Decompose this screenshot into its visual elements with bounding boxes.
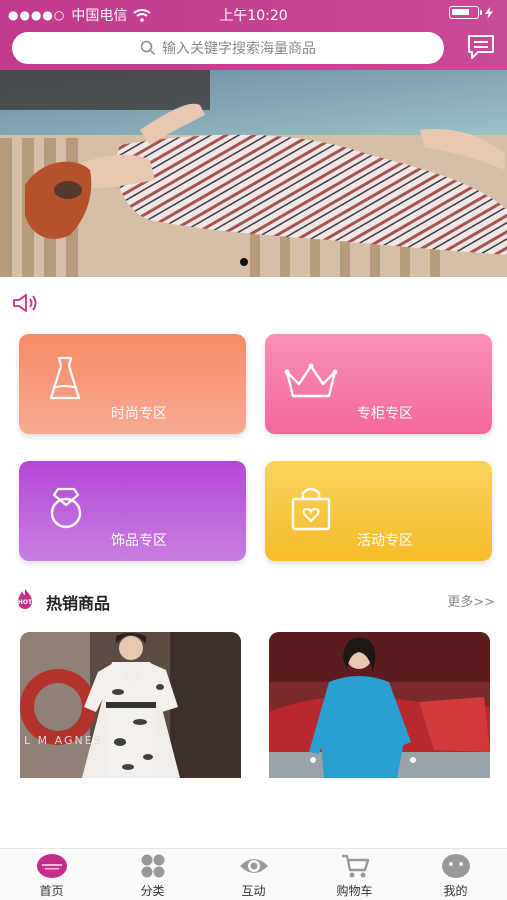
tab-label: 购物车 <box>336 884 373 898</box>
tab-cart[interactable]: 购物车 <box>304 849 405 900</box>
tab-interact[interactable]: 互动 <box>203 849 304 900</box>
search-icon <box>140 40 156 56</box>
announcement-speaker-icon <box>13 294 37 312</box>
product-card[interactable] <box>269 632 490 778</box>
hot-flame-icon: HOT <box>18 589 33 609</box>
carousel-indicator[interactable] <box>240 258 248 266</box>
status-right <box>449 6 493 19</box>
home-avatar-icon <box>37 854 67 878</box>
tab-category[interactable]: 分类 <box>102 849 203 900</box>
tab-label: 我的 <box>443 884 468 898</box>
tab-profile[interactable]: 我的 <box>405 849 506 900</box>
product-image-text: L M AGNES <box>24 734 103 747</box>
cart-icon <box>342 854 370 878</box>
tab-home[interactable]: 首页 <box>1 849 102 900</box>
zone-label: 饰品专区 <box>111 533 167 549</box>
profile-face-icon <box>442 854 470 878</box>
battery-icon <box>449 6 482 19</box>
zone-accessories[interactable]: 饰品专区 <box>19 461 246 561</box>
category-grid-icon <box>141 854 165 878</box>
tab-label: 分类 <box>140 884 165 898</box>
search-placeholder: 输入关键字搜索海量商品 <box>162 41 316 57</box>
zone-counter[interactable]: 专柜专区 <box>265 334 492 434</box>
product-card[interactable]: L M AGNES <box>20 632 241 778</box>
banner-image <box>0 70 507 277</box>
hot-icon-text: HOT <box>18 599 33 606</box>
shopping-bag-icon <box>291 487 331 531</box>
crown-icon <box>284 363 338 398</box>
header: ●●●●○ 中国电信 上午10:20 输入关键字搜索海量商品 <box>0 0 507 70</box>
tab-label: 首页 <box>39 884 64 898</box>
status-time: 上午10:20 <box>219 8 288 24</box>
eye-icon <box>240 859 268 873</box>
bottom-tab-bar: 首页 分类 互动 购物车 我的 <box>0 848 507 900</box>
zone-events[interactable]: 活动专区 <box>265 461 492 561</box>
product-image <box>269 632 490 778</box>
zone-label: 时尚专区 <box>111 406 167 422</box>
product-image: L M AGNES <box>20 632 241 778</box>
banner-carousel[interactable] <box>0 70 507 277</box>
charging-icon <box>485 6 493 19</box>
tab-label: 互动 <box>241 884 266 898</box>
message-icon[interactable] <box>466 33 496 61</box>
ring-icon <box>50 487 82 529</box>
dress-icon <box>49 356 81 400</box>
hot-section-title: 热销商品 <box>46 594 111 613</box>
zone-label: 活动专区 <box>357 533 413 549</box>
more-link[interactable]: 更多>> <box>447 591 495 610</box>
zone-fashion[interactable]: 时尚专区 <box>19 334 246 434</box>
zone-label: 专柜专区 <box>357 406 413 422</box>
status-bar: ●●●●○ 中国电信 上午10:20 <box>0 0 507 28</box>
search-bar[interactable]: 输入关键字搜索海量商品 <box>12 32 444 64</box>
